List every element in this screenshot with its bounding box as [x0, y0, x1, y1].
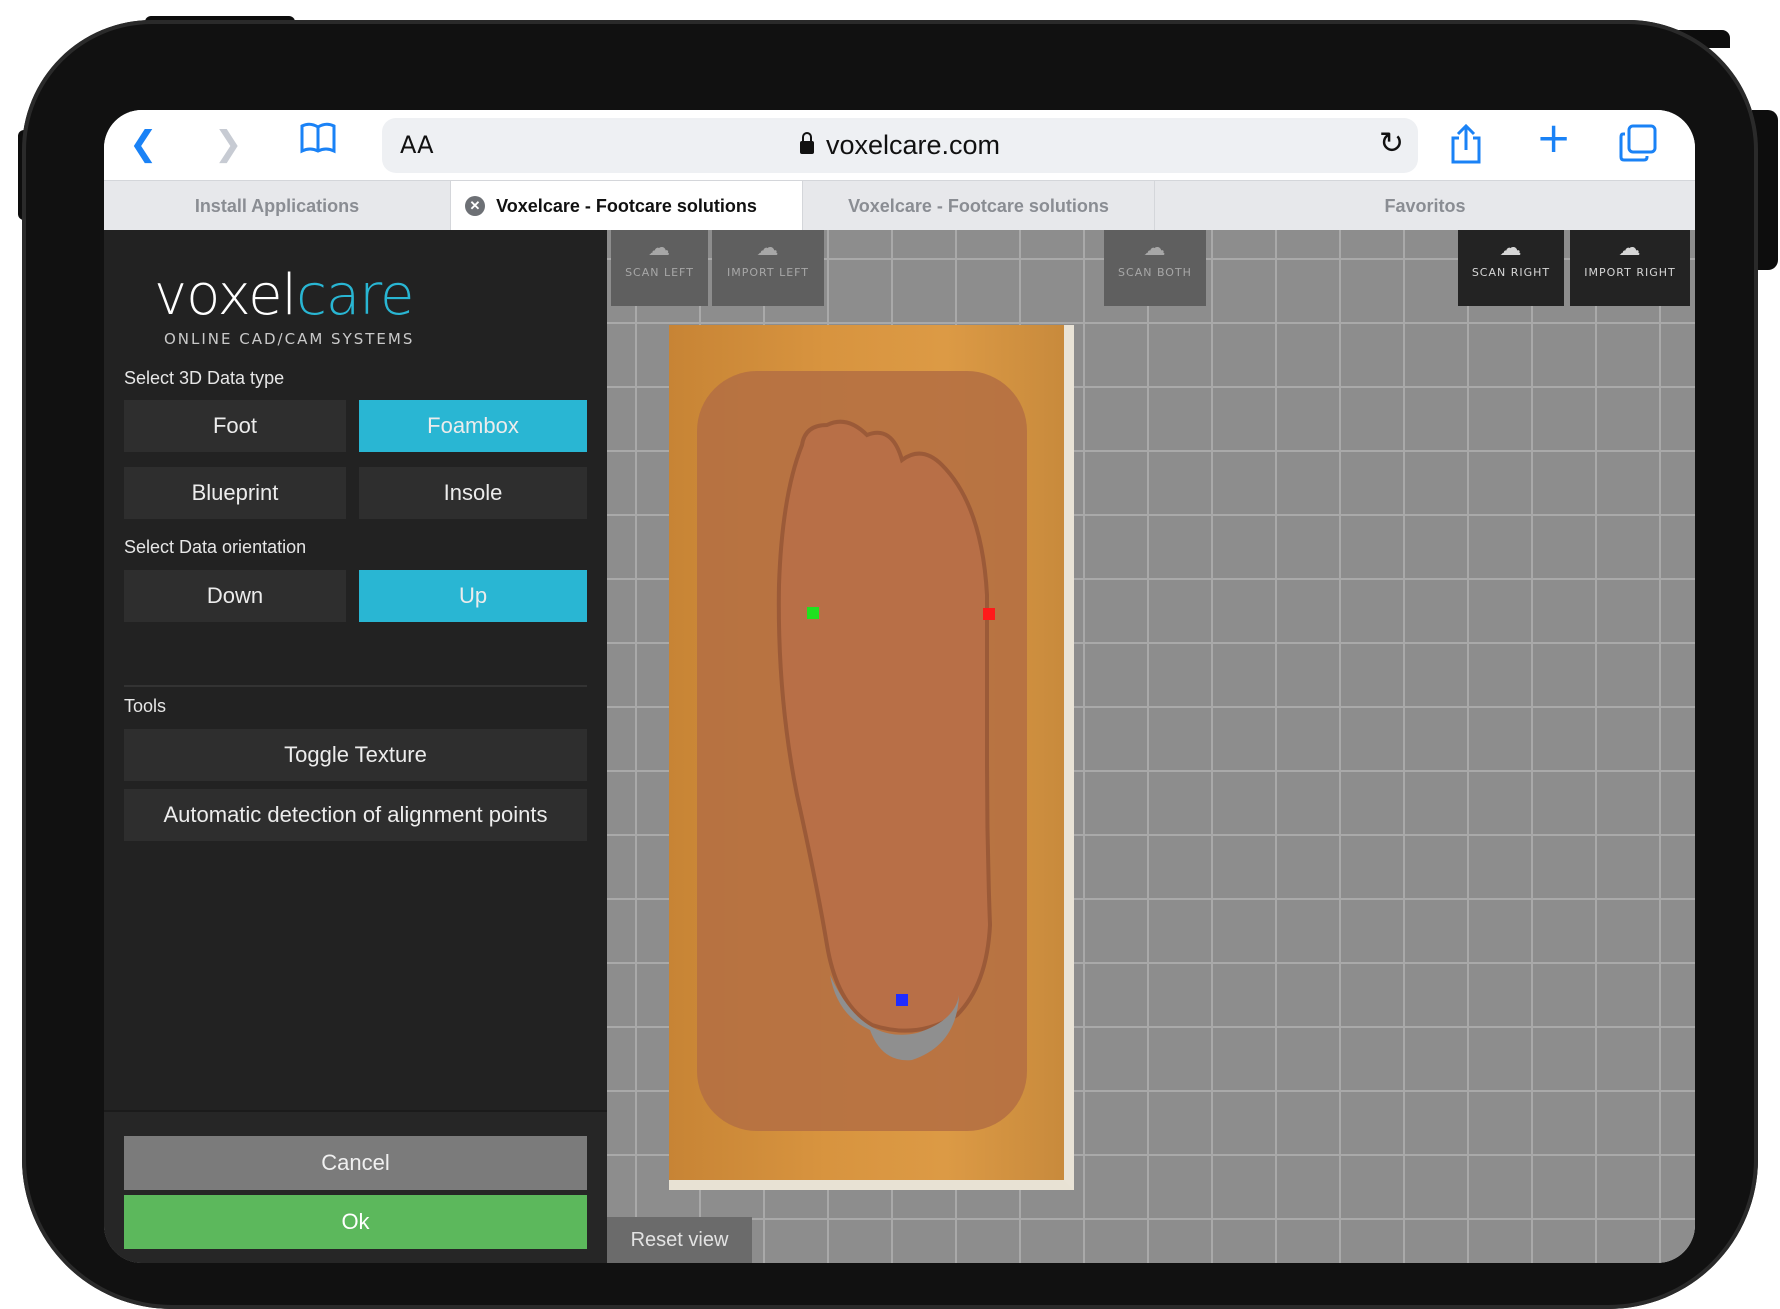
- alignment-point-green[interactable]: [807, 607, 819, 619]
- cloud-upload-icon: ☁: [756, 236, 780, 261]
- button-label: SCAN RIGHT: [1471, 266, 1551, 279]
- close-tab-icon[interactable]: ✕: [465, 196, 485, 216]
- logo-part1: voxel: [154, 263, 297, 328]
- alignment-point-blue[interactable]: [896, 994, 908, 1006]
- cloud-upload-icon: ☁: [1499, 236, 1523, 261]
- divider: [124, 685, 587, 687]
- lock-icon: [799, 132, 814, 154]
- data-type-foot-button[interactable]: Foot: [124, 400, 346, 452]
- import-right-button[interactable]: ☁ IMPORT RIGHT: [1570, 230, 1690, 306]
- data-type-foambox-button[interactable]: Foambox: [359, 400, 587, 452]
- url-display[interactable]: voxelcare.com: [382, 130, 1418, 161]
- logo-tagline: ONLINE CAD/CAM SYSTEMS: [164, 330, 415, 348]
- tab-install-applications[interactable]: Install Applications: [104, 181, 451, 231]
- cancel-button[interactable]: Cancel: [124, 1136, 587, 1190]
- share-icon[interactable]: [1449, 123, 1483, 173]
- screen: ❮ ❯ AA voxelcare.com ↻ + Install Applica…: [104, 110, 1695, 1263]
- cloud-upload-icon: ☁: [648, 236, 671, 261]
- back-icon[interactable]: ❮: [129, 124, 158, 164]
- orientation-down-button[interactable]: Down: [124, 570, 346, 622]
- logo-wordmark: voxelcare: [154, 268, 414, 324]
- button-label: SCAN BOTH: [1118, 266, 1192, 279]
- button-label: IMPORT RIGHT: [1584, 266, 1676, 279]
- cloud-upload-icon: ☁: [1143, 236, 1167, 261]
- reset-view-button[interactable]: Reset view: [607, 1217, 752, 1263]
- browser-tabs: Install Applications ✕ Voxelcare - Footc…: [104, 180, 1695, 231]
- url-text: voxelcare.com: [825, 130, 1001, 160]
- tab-label: Voxelcare - Footcare solutions: [848, 196, 1109, 216]
- orientation-label: Select Data orientation: [124, 537, 307, 557]
- footprint-impression: [776, 419, 993, 1061]
- browser-toolbar: ❮ ❯ AA voxelcare.com ↻ +: [104, 110, 1695, 180]
- tab-voxelcare-active[interactable]: ✕ Voxelcare - Footcare solutions: [451, 181, 803, 231]
- data-type-blueprint-button[interactable]: Blueprint: [124, 467, 346, 519]
- data-type-label: Select 3D Data type: [124, 368, 285, 388]
- auto-detect-alignment-button[interactable]: Automatic detection of alignment points: [124, 789, 587, 841]
- button-label: SCAN LEFT: [625, 266, 694, 279]
- tab-label: Favoritos: [1384, 196, 1466, 216]
- button-label: IMPORT LEFT: [726, 266, 810, 279]
- import-left-button[interactable]: ☁ IMPORT LEFT: [712, 230, 824, 306]
- sidebar: voxelcare ONLINE CAD/CAM SYSTEMS Select …: [104, 230, 607, 1263]
- scan-both-button[interactable]: ☁ SCAN BOTH: [1104, 230, 1206, 306]
- address-bar[interactable]: AA voxelcare.com ↻: [382, 118, 1418, 173]
- tab-favoritos[interactable]: Favoritos: [1155, 181, 1695, 231]
- forward-icon[interactable]: ❯: [214, 124, 243, 164]
- cloud-upload-icon: ☁: [1618, 236, 1642, 261]
- tabs-overview-icon[interactable]: [1619, 124, 1657, 171]
- sidebar-footer: Cancel Ok: [104, 1110, 607, 1263]
- tab-label: Voxelcare - Footcare solutions: [496, 196, 757, 216]
- tab-voxelcare[interactable]: Voxelcare - Footcare solutions: [803, 181, 1155, 231]
- 3d-viewport[interactable]: ☁ SCAN LEFT ☁ IMPORT LEFT ☁ SCAN BOTH ☁ SCAN…: [607, 230, 1695, 1263]
- voxelcare-logo: voxelcare ONLINE CAD/CAM SYSTEMS: [154, 268, 415, 349]
- data-type-insole-button[interactable]: Insole: [359, 467, 587, 519]
- logo-part2: care: [296, 263, 414, 328]
- app-content: voxelcare ONLINE CAD/CAM SYSTEMS Select …: [104, 230, 1695, 1263]
- toggle-texture-button[interactable]: Toggle Texture: [124, 729, 587, 781]
- scan-right-button[interactable]: ☁ SCAN RIGHT: [1458, 230, 1564, 306]
- ok-button[interactable]: Ok: [124, 1195, 587, 1249]
- bookmarks-icon[interactable]: [300, 122, 336, 163]
- orientation-up-button[interactable]: Up: [359, 570, 587, 622]
- new-tab-icon[interactable]: +: [1536, 117, 1571, 159]
- tab-label: Install Applications: [194, 196, 360, 216]
- reload-icon[interactable]: ↻: [1379, 126, 1404, 161]
- tools-label: Tools: [124, 696, 167, 716]
- scan-left-button[interactable]: ☁ SCAN LEFT: [611, 230, 708, 306]
- alignment-point-red[interactable]: [983, 608, 995, 620]
